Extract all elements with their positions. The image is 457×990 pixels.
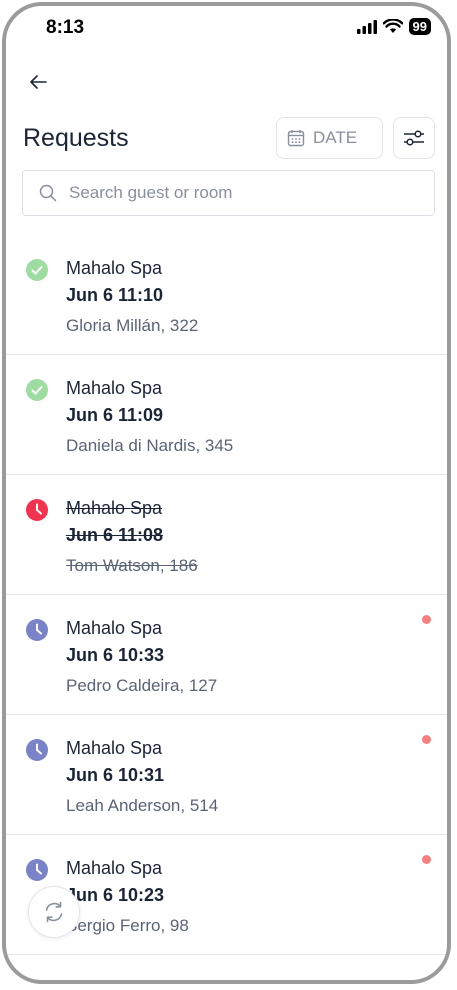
arrow-left-icon: [30, 75, 47, 89]
request-time: Jun 6 10:33: [66, 645, 165, 665]
unread-indicator: [422, 855, 431, 864]
request-row[interactable]: Mahalo Spa Jun 6 10:31 Leah Anderson, 514: [6, 715, 447, 835]
clock-icon: [26, 859, 48, 881]
search-icon: [39, 184, 57, 202]
calendar-icon: [287, 130, 305, 147]
request-time: Jun 6 10:31: [66, 765, 165, 785]
request-time: Jun 6 11:09: [66, 405, 164, 425]
request-service: Mahalo Spa: [66, 258, 163, 278]
request-guest: Daniela di Nardis, 345: [66, 436, 234, 455]
request-time: Jun 6 10:23: [66, 885, 165, 905]
search-input[interactable]: [67, 182, 411, 204]
request-row[interactable]: Mahalo Spa Jun 6 10:33 Pedro Caldeira, 127: [6, 595, 447, 715]
unread-indicator: [422, 735, 431, 744]
request-guest: Gloria Millán, 322: [66, 316, 199, 335]
request-time: Jun 6 11:10: [66, 285, 164, 305]
status-bar: 8:13 99: [6, 6, 447, 54]
page-title: Requests: [23, 124, 129, 152]
phone-frame: 8:13 99 Requests DATE Search guest or ro…: [2, 2, 451, 984]
date-filter-label: DATE: [313, 128, 358, 147]
clock-icon: [26, 739, 48, 761]
request-guest: Tom Watson, 186: [66, 556, 198, 575]
request-service: Mahalo Spa: [66, 858, 163, 878]
sliders-icon: [404, 130, 424, 146]
request-guest: Leah Anderson, 514: [66, 796, 219, 815]
signal-icon: [356, 19, 377, 34]
wifi-icon: [382, 19, 403, 33]
status-time: 8:13: [46, 17, 85, 38]
request-list: Mahalo Spa Jun 6 11:10 Gloria Millán, 322 M…: [6, 235, 447, 955]
check-circle-icon: [26, 379, 48, 401]
check-circle-icon: [26, 259, 48, 281]
filter-button[interactable]: [393, 117, 435, 159]
request-service: Mahalo Spa: [66, 498, 163, 518]
date-filter-button[interactable]: DATE: [276, 117, 383, 159]
request-row[interactable]: Mahalo Spa Jun 6 11:09 Daniela di Nardis, …: [6, 355, 447, 475]
refresh-icon: [45, 901, 63, 923]
battery-icon: 99: [408, 18, 431, 35]
request-guest: Pedro Caldeira, 127: [66, 676, 218, 695]
status-icons: 99: [356, 18, 431, 35]
request-row[interactable]: Mahalo Spa Jun 6 11:08 Tom Watson, 186: [6, 475, 447, 595]
request-time: Jun 6 11:08: [66, 525, 164, 545]
search-bar: [22, 170, 435, 216]
request-service: Mahalo Spa: [66, 738, 163, 758]
unread-indicator: [422, 615, 431, 624]
clock-icon: [26, 499, 48, 521]
request-service: Mahalo Spa: [66, 618, 163, 638]
back-button[interactable]: [24, 68, 52, 96]
request-row[interactable]: Mahalo Spa Jun 6 11:10 Gloria Millán, 322: [6, 235, 447, 355]
request-service: Mahalo Spa: [66, 378, 163, 398]
refresh-button[interactable]: [28, 886, 80, 938]
clock-icon: [26, 619, 48, 641]
request-guest: Sergio Ferro, 98: [66, 916, 189, 935]
